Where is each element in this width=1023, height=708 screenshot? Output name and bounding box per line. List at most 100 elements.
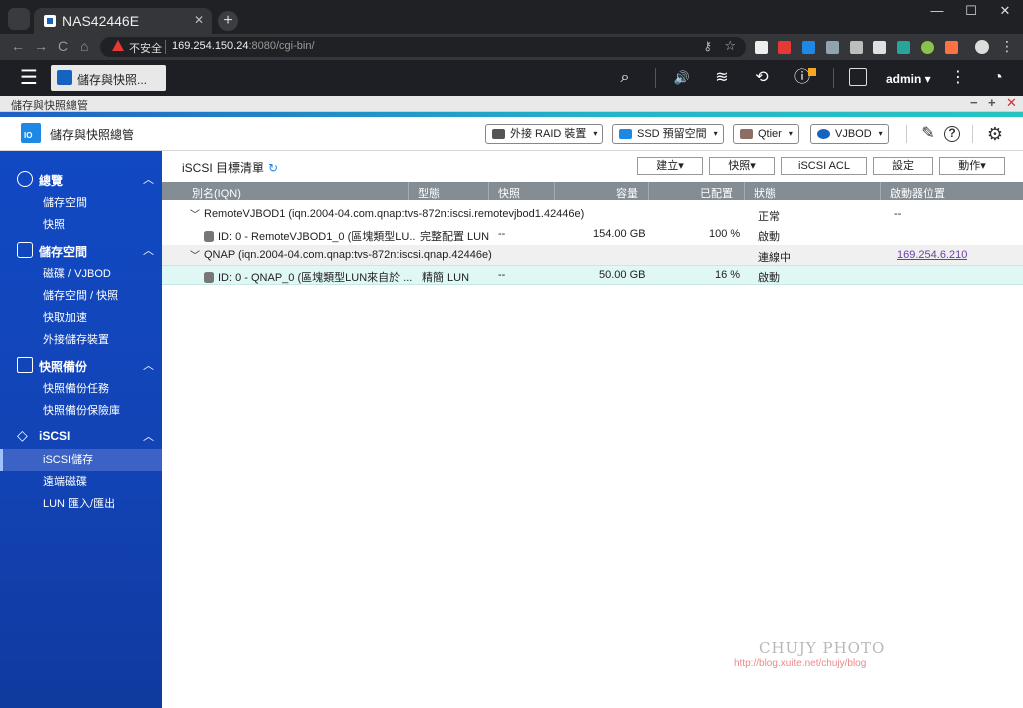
app-close-button[interactable]: ✕ — [1006, 95, 1017, 111]
browser-menu-icon[interactable]: ⋮ — [1000, 38, 1014, 55]
ssd-overprovisioning-button[interactable]: SSD 預留空間 ▾ — [612, 124, 724, 144]
taskbar-app-tab[interactable]: 儲存與快照... — [51, 65, 166, 91]
column-allocated[interactable]: 已配置 — [700, 185, 733, 201]
initiator-address-link[interactable]: 169.254.6.210 — [897, 249, 967, 261]
iscsi-target-list-title: iSCSI 目標清單 — [182, 161, 265, 175]
column-capacity[interactable]: 容量 — [616, 185, 638, 201]
sidebar-item-lun-import-export[interactable]: LUN 匯入/匯出 — [0, 493, 162, 515]
lun-capacity: 50.00 GB — [599, 269, 646, 281]
sidebar-item-snapshot-vault[interactable]: 快照備份保險庫 — [0, 400, 162, 422]
extension-fox-icon[interactable] — [945, 41, 958, 54]
back-arrow-icon[interactable]: ← — [11, 38, 25, 54]
search-icon[interactable]: ⌕ — [615, 69, 635, 87]
sidebar-section-iscsi[interactable]: ◇ iSCSI ︿ — [0, 425, 162, 447]
extension-map-icon[interactable] — [897, 41, 910, 54]
tools-icon[interactable]: ✎ — [919, 125, 937, 143]
vjbod-label: VJBOD — [835, 128, 872, 140]
table-row[interactable]: ID: 0 - QNAP_0 (區塊類型LUN來自於 ... 精簡 LUN --… — [162, 265, 1023, 285]
lun-allocated: 100 % — [709, 228, 741, 240]
table-row[interactable]: ﹀ RemoteVJBOD1 (iqn.2004-04.com.qnap:tvs… — [162, 204, 1023, 224]
url-text[interactable]: 169.254.150.24:8080/cgi-bin/ — [172, 40, 315, 52]
chevron-down-icon: ▾ — [878, 129, 883, 138]
extension-globe-icon[interactable] — [921, 41, 934, 54]
sidebar-section-label: 快照備份 — [39, 360, 88, 374]
sidebar-section-snapshot-backup[interactable]: 快照備份 ︿ — [0, 354, 162, 376]
settings-button[interactable]: 設定 — [873, 157, 933, 175]
window-close-button[interactable]: ✕ — [988, 0, 1022, 22]
divider — [655, 68, 656, 88]
refresh-icon[interactable]: ↻ — [268, 161, 278, 175]
create-button[interactable]: 建立▾ — [637, 157, 703, 175]
iscsi-acl-button[interactable]: iSCSI ACL — [781, 157, 867, 175]
reload-icon[interactable]: C — [58, 38, 68, 54]
collapse-chevron-icon[interactable]: ﹀ — [190, 206, 200, 221]
bookmark-star-icon[interactable]: ☆ — [724, 38, 736, 54]
lun-status: 啟動 — [758, 231, 780, 243]
username-menu[interactable]: admin ▾ — [886, 72, 931, 86]
table-row[interactable]: ﹀ QNAP (iqn.2004-04.com.qnap:tvs-872n:is… — [162, 245, 1023, 265]
dashboard-icon[interactable]: ◔ — [988, 69, 1008, 87]
browser-profile-area[interactable] — [8, 8, 30, 30]
background-tasks-icon[interactable]: ≋ — [712, 69, 732, 87]
vjbod-button[interactable]: VJBOD ▾ — [810, 124, 889, 144]
sidebar-item-remote-disk[interactable]: 遠端磁碟 — [0, 471, 162, 493]
column-initiator[interactable]: 啟動器位置 — [890, 185, 945, 201]
insecure-label[interactable]: 不安全 — [129, 40, 162, 56]
taskbar-app-label: 儲存與快照... — [77, 73, 148, 87]
chevron-down-icon: ▾ — [593, 129, 598, 138]
main-menu-icon[interactable]: ☰ — [20, 68, 40, 88]
sidebar-item-snapshot[interactable]: 快照 — [0, 214, 162, 236]
sidebar-section-overview[interactable]: 總覽 ︿ — [0, 168, 162, 190]
more-options-icon[interactable]: ⋮ — [948, 69, 968, 87]
sidebar-item-storage-snapshots[interactable]: 儲存空間 / 快照 — [0, 285, 162, 307]
window-maximize-button[interactable]: ☐ — [954, 0, 988, 22]
collapse-chevron-icon[interactable]: ﹀ — [190, 247, 200, 262]
address-bar[interactable]: 不安全 169.254.150.24:8080/cgi-bin/ ⚷ ☆ — [100, 37, 746, 57]
lun-snapshot: -- — [498, 269, 506, 281]
adblock-icon[interactable] — [778, 41, 791, 54]
initiator-address: -- — [894, 208, 902, 220]
external-raid-button[interactable]: 外接 RAID 裝置 ▾ — [485, 124, 604, 144]
browser-tab-title: NAS42446E — [62, 13, 140, 29]
database-icon — [17, 242, 33, 258]
home-icon[interactable]: ⌂ — [80, 38, 88, 54]
help-icon[interactable]: ? — [944, 126, 960, 142]
table-header: 別名(IQN) 型態 快照 容量 已配置 狀態 啟動器位置 — [162, 182, 1023, 200]
sidebar-item-iscsi-storage[interactable]: iSCSI儲存 — [0, 449, 162, 471]
extension-tag-icon[interactable] — [850, 41, 863, 54]
external-device-icon[interactable]: ⟲ — [752, 69, 772, 87]
table-row[interactable]: ID: 0 - RemoteVJBOD1_0 (區塊類型LU... 完整配置 L… — [162, 224, 1023, 244]
extension-icon[interactable] — [755, 41, 768, 54]
extension-screenshot-icon[interactable] — [873, 41, 886, 54]
column-alias[interactable]: 別名(IQN) — [192, 185, 241, 201]
profile-avatar[interactable] — [975, 40, 989, 54]
column-snapshot[interactable]: 快照 — [498, 185, 520, 201]
new-tab-button[interactable]: + — [218, 11, 238, 31]
target-alias: RemoteVJBOD1 (iqn.2004-04.com.qnap:tvs-8… — [204, 208, 585, 220]
sidebar-item-disks-vjbod[interactable]: 磁碟 / VJBOD — [0, 263, 162, 285]
extension-arrow-icon[interactable] — [802, 41, 815, 54]
sidebar-item-storage[interactable]: 儲存空間 — [0, 192, 162, 214]
browser-tab[interactable]: NAS42446E ✕ — [34, 8, 212, 34]
app-maximize-button[interactable]: + — [988, 95, 996, 110]
window-minimize-button[interactable]: — — [920, 0, 954, 22]
sidebar-item-cache-acceleration[interactable]: 快取加速 — [0, 307, 162, 329]
sidebar-section-storage[interactable]: 儲存空間 ︿ — [0, 239, 162, 261]
sidebar-item-snapshot-backup-jobs[interactable]: 快照備份任務 — [0, 378, 162, 400]
chevron-up-icon: ︿ — [143, 360, 154, 372]
settings-gear-icon[interactable]: ⚙ — [986, 125, 1004, 143]
extension-shield-icon[interactable] — [826, 41, 839, 54]
key-icon[interactable]: ⚷ — [703, 39, 712, 53]
snapshot-button[interactable]: 快照▾ — [709, 157, 775, 175]
column-status[interactable]: 狀態 — [754, 185, 776, 201]
forward-arrow-icon[interactable]: → — [34, 38, 48, 54]
qtier-button[interactable]: Qtier ▾ — [733, 124, 799, 144]
column-divider — [408, 182, 409, 200]
user-avatar-icon[interactable] — [849, 68, 867, 86]
sidebar-item-external-storage[interactable]: 外接儲存裝置 — [0, 329, 162, 351]
tab-close-icon[interactable]: ✕ — [194, 13, 204, 27]
volume-icon[interactable]: 🔊 — [672, 69, 692, 87]
app-minimize-button[interactable]: − — [970, 95, 978, 110]
column-type[interactable]: 型態 — [418, 185, 440, 201]
action-button[interactable]: 動作▾ — [939, 157, 1005, 175]
